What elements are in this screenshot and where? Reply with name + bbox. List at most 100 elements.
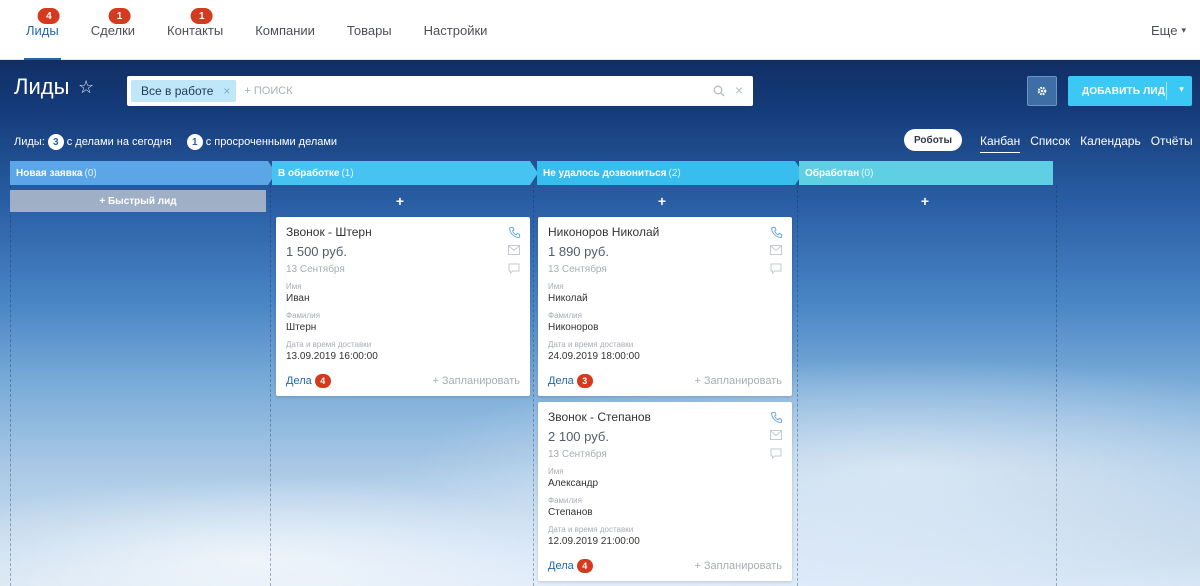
deals-count-badge: 3 [576,374,593,388]
phone-icon[interactable] [507,225,521,239]
comment-icon[interactable] [769,446,783,460]
filter-actions: × [713,82,743,98]
gear-icon [1037,86,1047,96]
top-navigation: Лиды 4 Сделки 1 Контакты 1 Компании Това… [0,0,1200,60]
delivery-label: Дата и время доставки [548,340,634,349]
card-actions [769,410,783,464]
filter-search-bar[interactable]: Все в работе × + поиск × [127,76,753,106]
column-name: Новая заявка [16,167,83,179]
filter-chip[interactable]: Все в работе × [131,80,237,102]
view-kanban[interactable]: Канбан [980,134,1021,153]
add-card-button[interactable]: + [271,190,529,212]
lead-card[interactable]: Никоноров Николай 1 890 руб. 13 Сентября… [538,217,792,396]
delivery-label: Дата и время доставки [286,340,372,349]
tab-deals-counter: 1 [108,8,131,24]
more-menu[interactable]: Еще ▾ [1151,0,1186,60]
tab-leads-counter: 4 [37,8,60,24]
stats-prefix: Лиды: [14,136,45,148]
tab-products[interactable]: Товары [331,0,408,60]
plan-activity-button[interactable]: + Запланировать [694,560,782,572]
column-header-failed-call[interactable]: Не удалось дозвониться (2) [537,161,803,185]
phone-icon[interactable] [769,225,783,239]
card-actions [769,225,783,279]
card-price: 1 890 руб. [548,244,609,259]
lead-stats: Лиды: 3 с делами на сегодня 1 с просроче… [14,134,337,150]
column-divider [270,185,271,586]
mail-icon[interactable] [769,428,783,442]
deals-link[interactable]: Дела 4 [286,374,331,388]
view-list[interactable]: Список [1030,134,1070,148]
first-name-value: Иван [286,293,310,304]
column-header-new[interactable]: Новая заявка (0) [10,161,276,185]
tab-companies[interactable]: Компании [239,0,331,60]
tab-settings[interactable]: Настройки [408,0,504,60]
card-footer: Дела 3 + Запланировать [548,374,782,388]
robots-button[interactable]: Роботы [904,129,962,151]
clear-search-icon[interactable]: × [735,82,743,98]
lead-card[interactable]: Звонок - Штерн 1 500 руб. 13 Сентября Им… [276,217,530,396]
card-actions [507,225,521,279]
delivery-value: 12.09.2019 21:00:00 [548,536,640,547]
column-name: Обработан [805,167,860,179]
search-input[interactable]: + поиск [244,85,292,97]
deals-label: Дела [286,375,312,387]
deals-label: Дела [548,375,574,387]
star-icon[interactable]: ☆ [78,77,94,98]
today-label[interactable]: с делами на сегодня [67,136,172,148]
delivery-label: Дата и время доставки [548,525,634,534]
plan-activity-button[interactable]: + Запланировать [432,375,520,387]
settings-button[interactable] [1027,76,1057,106]
card-date: 13 Сентября [286,264,345,275]
first-name-value: Александр [548,478,599,489]
deals-label: Дела [548,560,574,572]
tab-contacts[interactable]: Контакты 1 [151,0,239,60]
tab-deals[interactable]: Сделки 1 [75,0,151,60]
card-date: 13 Сентября [548,264,607,275]
plan-activity-button[interactable]: + Запланировать [694,375,782,387]
page-title: Лиды [14,74,70,99]
lead-card[interactable]: Звонок - Степанов 2 100 руб. 13 Сентября… [538,402,792,581]
delivery-value: 24.09.2019 18:00:00 [548,351,640,362]
tab-companies-label: Компании [255,22,315,38]
view-calendar[interactable]: Календарь [1080,134,1141,148]
tab-leads[interactable]: Лиды 4 [10,0,75,60]
overdue-count[interactable]: 1 [186,134,203,150]
nav-tabs: Лиды 4 Сделки 1 Контакты 1 Компании Това… [10,0,503,60]
card-date: 13 Сентября [548,449,607,460]
chevron-down-icon: ▾ [1181,24,1186,35]
card-title[interactable]: Никоноров Николай [548,225,782,239]
first-name-label: Имя [548,467,564,476]
overdue-label[interactable]: с просроченными делами [206,136,337,148]
chevron-down-icon[interactable]: ▾ [1179,84,1184,95]
view-switcher: Канбан Список Календарь Отчёты [980,134,1200,153]
add-card-button[interactable]: + [533,190,791,212]
tab-products-label: Товары [346,22,392,38]
last-name-label: Фамилия [548,496,582,505]
deals-link[interactable]: Дела 4 [548,559,593,573]
column-header-processed[interactable]: Обработан (0) [799,161,1053,185]
more-label: Еще [1151,22,1178,38]
deals-count-badge: 4 [576,559,593,573]
tab-contacts-label: Контакты [167,22,224,38]
close-icon[interactable]: × [223,84,230,98]
add-card-button[interactable]: + [796,190,1054,212]
comment-icon[interactable] [769,261,783,275]
last-name-label: Фамилия [286,311,320,320]
quick-lead-button[interactable]: + Быстрый лид [10,190,266,212]
column-count: (0) [84,167,97,179]
tab-leads-label: Лиды [26,22,59,38]
today-count[interactable]: 3 [47,134,64,150]
card-title[interactable]: Звонок - Штерн [286,225,520,239]
phone-icon[interactable] [769,410,783,424]
view-reports[interactable]: Отчёты [1151,134,1193,148]
last-name-value: Никоноров [548,322,599,333]
add-lead-button[interactable]: ДОБАВИТЬ ЛИД ▾ [1068,76,1192,106]
mail-icon[interactable] [769,243,783,257]
comment-icon[interactable] [507,261,521,275]
card-title[interactable]: Звонок - Степанов [548,410,782,424]
column-header-processing[interactable]: В обработке (1) [272,161,538,185]
delivery-value: 13.09.2019 16:00:00 [286,351,378,362]
mail-icon[interactable] [507,243,521,257]
search-icon[interactable] [713,85,725,97]
deals-link[interactable]: Дела 3 [548,374,593,388]
